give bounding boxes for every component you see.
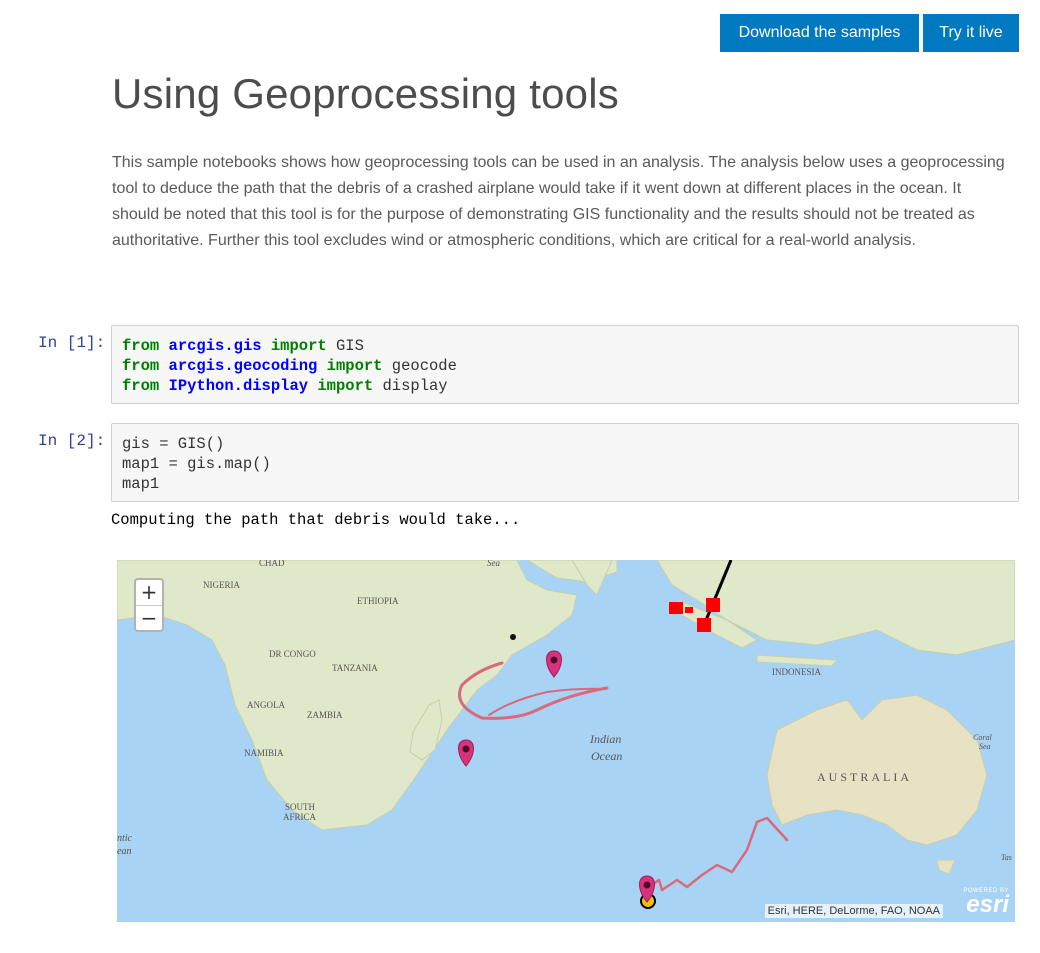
label-south: SOUTH (285, 802, 316, 812)
location-marker (546, 650, 562, 678)
download-samples-button[interactable]: Download the samples (720, 14, 919, 52)
africa-landmass (117, 560, 578, 831)
label-ocean-left: ean (117, 846, 131, 857)
label-indonesia: INDONESIA (772, 667, 821, 677)
label-chad: CHAD (259, 560, 285, 568)
label-coral: Coral (973, 733, 992, 742)
label-nigeria: NIGERIA (203, 580, 240, 590)
code-token: geocode (382, 357, 457, 375)
label-australia: AUSTRALIA (817, 770, 912, 784)
cell-prompt-2: In [2]: (38, 432, 106, 450)
debris-path-1 (458, 661, 609, 720)
code-line: from arcgis.geocoding import geocode (122, 356, 1008, 376)
code-token: map1 (122, 475, 160, 493)
code-line: map1 (122, 474, 1008, 494)
label-tanzania: TANZANIA (332, 663, 378, 673)
map-attribution: Esri, HERE, DeLorme, FAO, NOAA (764, 904, 943, 918)
code-line: map1 = gis.map() (122, 454, 1008, 474)
label-ethiopia: ETHIOPIA (357, 596, 399, 606)
code-token: import (317, 377, 374, 395)
crash-point-dot (510, 634, 516, 640)
label-drcongo: DR CONGO (269, 649, 316, 659)
code-token: arcgis.geocoding (168, 357, 318, 375)
code-line: from IPython.display import display (122, 376, 1008, 396)
code-token: from (122, 377, 160, 395)
code-token: import (326, 357, 383, 375)
zoom-control: + − (134, 578, 164, 632)
label-angola: ANGOLA (247, 700, 285, 710)
esri-logo: POWERED BY esri (953, 888, 1009, 918)
code-cell-2[interactable]: gis = GIS() map1 = gis.map() map1 (111, 423, 1019, 502)
esri-wordmark: esri (966, 891, 1009, 918)
debris-path-3 (650, 816, 789, 892)
tasmania-landmass (936, 859, 956, 875)
code-token: from (122, 357, 160, 375)
search-area-box (706, 598, 720, 612)
code-line: gis = GIS() (122, 434, 1008, 454)
code-token: IPython.display (168, 377, 309, 395)
code-token: map1 = gis.map() (122, 455, 271, 473)
label-sea: Sea (487, 560, 500, 568)
label-tas: Tas (1001, 853, 1012, 862)
page-title: Using Geoprocessing tools (112, 70, 619, 117)
intro-paragraph: This sample notebooks shows how geoproce… (112, 154, 1005, 249)
code-token: arcgis.gis (168, 337, 262, 355)
code-token: import (270, 337, 327, 355)
code-cell-1[interactable]: from arcgis.gis import GIS from arcgis.ge… (111, 325, 1019, 404)
zoom-out-button[interactable]: − (136, 606, 162, 631)
label-ocean: Ocean (591, 749, 622, 763)
label-coral-sea: Sea (979, 742, 991, 751)
search-area-box (697, 618, 711, 632)
code-token: GIS (326, 337, 364, 355)
code-line: from arcgis.gis import GIS (122, 336, 1008, 356)
label-atlantic: ntic (117, 833, 133, 844)
location-marker (458, 739, 474, 767)
cell-prompt-1: In [1]: (38, 334, 106, 352)
try-it-live-button[interactable]: Try it live (923, 14, 1019, 52)
label-namibia: NAMIBIA (244, 748, 284, 758)
code-token: display (373, 377, 448, 395)
cell-output-text: Computing the path that debris would tak… (111, 511, 521, 529)
label-indian: Indian (589, 732, 621, 746)
search-area-box (669, 602, 683, 614)
basemap: CHAD Sea NIGERIA ETHIOPIA DR CONGO TANZA… (117, 560, 1015, 909)
label-zambia: ZAMBIA (307, 710, 343, 720)
search-area-box (685, 607, 693, 613)
code-token: from (122, 337, 160, 355)
java-landmass (756, 654, 839, 667)
label-africa: AFRICA (283, 812, 317, 822)
code-token: gis = GIS() (122, 435, 225, 453)
map-widget[interactable]: CHAD Sea NIGERIA ETHIOPIA DR CONGO TANZA… (117, 560, 1015, 922)
zoom-in-button[interactable]: + (136, 580, 162, 606)
